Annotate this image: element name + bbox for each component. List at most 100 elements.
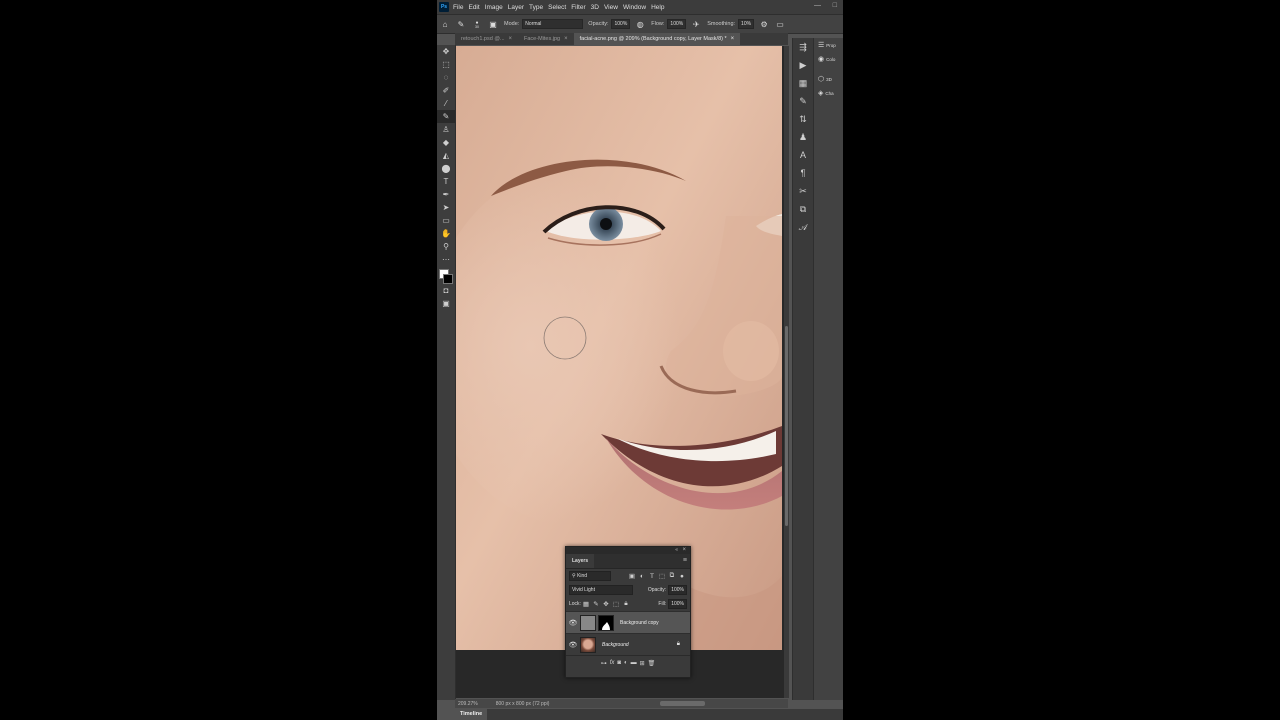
timeline-tab[interactable]: Timeline [455, 709, 488, 720]
smart-object-filter-icon[interactable]: ⧉ [667, 571, 677, 581]
tools-icon[interactable]: ✂ [793, 182, 813, 200]
maximize-button[interactable]: □ [833, 2, 837, 9]
minimize-button[interactable]: — [814, 2, 821, 9]
gradient-icon[interactable]: ◭ [437, 149, 455, 162]
zoom-level[interactable]: 209.27% [458, 701, 478, 707]
link-icon[interactable]: ⊶ [601, 660, 607, 667]
tab-facial-acne[interactable]: facial-acne.png @ 209% (Background copy,… [573, 33, 741, 45]
layer-thumbnail[interactable] [580, 636, 596, 653]
dodge-icon[interactable]: ⬤ [437, 162, 455, 175]
swatches-icon[interactable]: ▦ [793, 74, 813, 92]
panel-menu-icon[interactable]: ≡ [683, 557, 687, 564]
menu-file[interactable]: File [453, 4, 463, 11]
menu-window[interactable]: Window [623, 4, 646, 11]
opacity-field[interactable]: 100% [611, 19, 631, 29]
screen-mode-icon[interactable]: ▣ [437, 297, 455, 310]
brush-settings-icon[interactable]: ▣ [488, 19, 498, 29]
close-icon[interactable]: × [564, 33, 568, 45]
rectangle-icon[interactable]: ▭ [437, 214, 455, 227]
visibility-eye-icon[interactable]: 👁︎ [566, 641, 580, 649]
adjustment-filter-icon[interactable]: ◐ [637, 571, 647, 581]
path-select-icon[interactable]: ➤ [437, 201, 455, 214]
close-icon[interactable]: × [509, 33, 513, 45]
visibility-eye-icon[interactable]: 👁︎ [566, 619, 580, 627]
paragraph-icon[interactable]: ¶ [793, 164, 813, 182]
eyedropper-icon[interactable]: ⁄ [437, 97, 455, 110]
smoothing-field[interactable]: 10% [738, 19, 755, 29]
layer-opacity-field[interactable]: 100% [668, 585, 687, 595]
move-icon[interactable]: ✥ [437, 45, 455, 58]
scrollbar-thumb[interactable] [785, 326, 788, 526]
marquee-icon[interactable]: ⬚ [437, 58, 455, 71]
menu-image[interactable]: Image [485, 4, 503, 11]
tab-face-mites[interactable]: Face-Mites.jpg × [518, 33, 574, 45]
pixel-filter-icon[interactable]: ▣ [627, 571, 637, 581]
layer-name[interactable]: Background copy [620, 620, 659, 626]
airbrush-icon[interactable]: ✈ [691, 19, 701, 29]
group-icon[interactable]: ▬ [631, 660, 637, 666]
menu-view[interactable]: View [604, 4, 618, 11]
quick-mask-icon[interactable]: ◘ [437, 284, 455, 297]
mode-select[interactable]: Normal [522, 19, 584, 29]
brush-settings-icon[interactable]: ✎ [793, 92, 813, 110]
vertical-scrollbar[interactable] [784, 46, 789, 698]
more-icon[interactable]: ⋯ [437, 253, 455, 266]
flow-field[interactable]: 100% [667, 19, 687, 29]
filter-toggle-icon[interactable]: ● [677, 571, 687, 581]
horizontal-scrollbar-thumb[interactable] [660, 701, 705, 706]
lock-all-icon[interactable]: 🔒︎ [621, 599, 631, 609]
layer-name[interactable]: Background [602, 642, 629, 648]
lock-position-icon[interactable]: ✥ [601, 599, 611, 609]
menu-edit[interactable]: Edit [468, 4, 479, 11]
brush-icon[interactable]: ✎ [437, 110, 455, 123]
lasso-icon[interactable]: ◌ [437, 71, 455, 84]
layers-tab[interactable]: Layers [566, 554, 595, 568]
brush-tool-icon[interactable]: ✎ [456, 19, 466, 29]
eraser-icon[interactable]: ◆ [437, 136, 455, 149]
menu-type[interactable]: Type [529, 4, 543, 11]
lock-artboard-icon[interactable]: ⬚ [611, 599, 621, 609]
shape-filter-icon[interactable]: ⬚ [657, 571, 667, 581]
channels-panel-tab[interactable]: ◈ Cha [814, 86, 843, 100]
adjustments-icon[interactable]: ⇅ [793, 110, 813, 128]
panel-header[interactable]: « × [566, 547, 690, 554]
mask-icon[interactable]: ◙ [617, 660, 621, 666]
hand-icon[interactable]: ✋ [437, 227, 455, 240]
delete-icon[interactable]: 🗑︎ [648, 660, 656, 667]
character-icon[interactable]: A [793, 146, 813, 164]
menu-help[interactable]: Help [651, 4, 664, 11]
color-swatches[interactable] [437, 266, 455, 284]
smoothing-settings-icon[interactable]: ⚙ [759, 19, 769, 29]
collapse-icon[interactable]: « [675, 547, 678, 554]
background-color-swatch[interactable] [443, 274, 453, 284]
tab-retouch1[interactable]: retouch1.psd @... × [455, 33, 518, 45]
color-panel-tab[interactable]: ◉ Colo [814, 52, 843, 66]
home-icon[interactable]: ⌂ [440, 19, 450, 29]
menu-filter[interactable]: Filter [571, 4, 585, 11]
fill-field[interactable]: 100% [668, 599, 687, 609]
layer-mask-thumbnail[interactable] [598, 614, 614, 631]
lock-image-icon[interactable]: ✎ [591, 599, 601, 609]
actions-icon[interactable]: ▶ [793, 56, 813, 74]
glyphs-icon[interactable]: 𝒜 [793, 218, 813, 236]
clone-source-icon[interactable]: ⧉ [793, 200, 813, 218]
zoom-icon[interactable]: ⚲ [437, 240, 455, 253]
close-icon[interactable]: × [682, 547, 686, 554]
close-icon[interactable]: × [731, 33, 735, 45]
brush-preset-icon[interactable]: ● 30 [472, 19, 482, 29]
lock-transparent-icon[interactable]: ▦ [581, 599, 591, 609]
workspace-icon[interactable]: ▭ [775, 19, 785, 29]
type-filter-icon[interactable]: T [647, 571, 657, 581]
quick-select-icon[interactable]: ✐ [437, 84, 455, 97]
properties-panel-tab[interactable]: ☰ Prop [814, 38, 843, 52]
pen-icon[interactable]: ✒ [437, 188, 455, 201]
type-icon[interactable]: T [437, 175, 455, 188]
stamp-icon[interactable]: ♙ [437, 123, 455, 136]
layer-row-background-copy[interactable]: 👁︎ Background copy [566, 611, 690, 633]
filter-kind-select[interactable]: ⚲ Kind [569, 571, 611, 581]
libraries-icon[interactable]: ♟ [793, 128, 813, 146]
menu-layer[interactable]: Layer [508, 4, 524, 11]
history-icon[interactable]: ⇶ [793, 38, 813, 56]
adjustment-icon[interactable]: ◐ [624, 660, 628, 666]
layer-thumbnail[interactable] [580, 614, 596, 631]
